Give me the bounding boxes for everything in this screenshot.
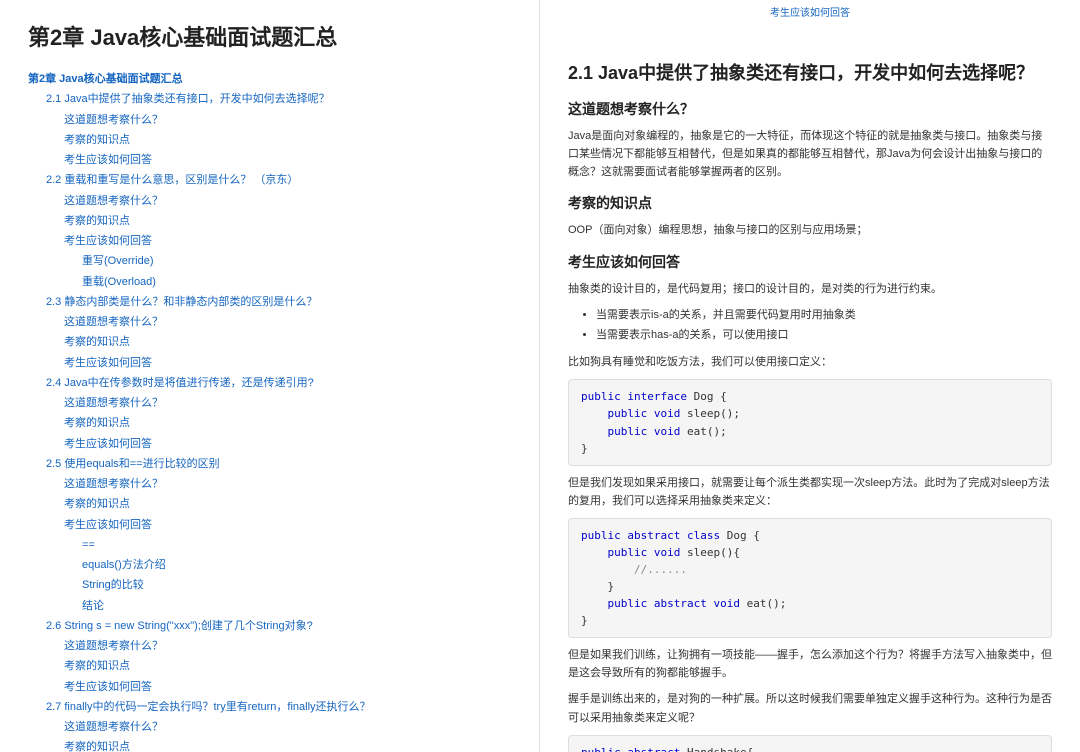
- sub3-p1: 抽象类的设计目的，是代码复用；接口的设计目的，是对类的行为进行约束。: [568, 280, 1052, 298]
- toc-link[interactable]: 考察的知识点: [64, 657, 511, 676]
- toc-link[interactable]: 考察的知识点: [64, 131, 511, 150]
- toc-link[interactable]: 考生应该如何回答: [64, 232, 511, 251]
- sub2-title: 考察的知识点: [568, 193, 1052, 213]
- toc-link[interactable]: equals()方法介绍: [82, 556, 511, 575]
- sub2-para: OOP（面向对象）编程思想，抽象与接口的区别与应用场景；: [568, 221, 1052, 239]
- toc-link[interactable]: 2.1 Java中提供了抽象类还有接口，开发中如何去选择呢？: [46, 90, 511, 109]
- toc-link[interactable]: 这道题想考察什么？: [64, 475, 511, 494]
- sub3-title: 考生应该如何回答: [568, 252, 1052, 272]
- toc-link[interactable]: 第2章 Java核心基础面试题汇总: [28, 70, 511, 89]
- toc-link[interactable]: ==: [82, 536, 511, 555]
- toc-link[interactable]: 重写(Override): [82, 252, 511, 271]
- code-block-3: public abstract Handshake{ abstract void…: [568, 735, 1052, 752]
- toc-link[interactable]: 2.3 静态内部类是什么？和非静态内部类的区别是什么？: [46, 293, 511, 312]
- list-item: 当需要表示has-a的关系，可以使用接口: [596, 326, 1052, 346]
- toc-link[interactable]: 考察的知识点: [64, 495, 511, 514]
- toc-link[interactable]: 这道题想考察什么？: [64, 313, 511, 332]
- sub1-para: Java是面向对象编程的，抽象是它的一大特征，而体现这个特征的就是抽象类与接口。…: [568, 127, 1052, 181]
- toc-link[interactable]: 这道题想考察什么？: [64, 111, 511, 130]
- toc-link[interactable]: 考生应该如何回答: [64, 151, 511, 170]
- toc-link[interactable]: String的比较: [82, 576, 511, 595]
- left-page: 第2章 Java核心基础面试题汇总 第2章 Java核心基础面试题汇总2.1 J…: [0, 0, 540, 752]
- toc-link[interactable]: 2.6 String s = new String("xxx");创建了几个St…: [46, 617, 511, 636]
- toc-link[interactable]: 结论: [82, 597, 511, 616]
- toc-link[interactable]: 这道题想考察什么？: [64, 637, 511, 656]
- toc-link[interactable]: 2.5 使用equals和==进行比较的区别: [46, 455, 511, 474]
- toc-link[interactable]: 考生应该如何回答: [64, 516, 511, 535]
- sub3-p3: 但是我们发现如果采用接口，就需要让每个派生类都实现一次sleep方法。此时为了完…: [568, 474, 1052, 510]
- toc-link[interactable]: 这道题想考察什么？: [64, 718, 511, 737]
- section-title: 2.1 Java中提供了抽象类还有接口，开发中如何去选择呢？: [568, 59, 1052, 85]
- sub3-p5: 握手是训练出来的，是对狗的一种扩展。所以这时候我们需要单独定义握手这种行为。这种…: [568, 690, 1052, 726]
- toc-link[interactable]: 考生应该如何回答: [64, 678, 511, 697]
- toc-link[interactable]: 重载(Overload): [82, 273, 511, 292]
- bullet-list: 当需要表示is-a的关系，并且需要代码复用时用抽象类当需要表示has-a的关系，…: [596, 306, 1052, 346]
- toc-link[interactable]: 2.4 Java中在传参数时是将值进行传递，还是传递引用?: [46, 374, 511, 393]
- right-page: 考生应该如何回答 2.1 Java中提供了抽象类还有接口，开发中如何去选择呢？ …: [540, 0, 1080, 752]
- toc-link[interactable]: 考察的知识点: [64, 738, 511, 752]
- toc-link[interactable]: 这道题想考察什么？: [64, 192, 511, 211]
- top-link[interactable]: 考生应该如何回答: [568, 4, 1052, 19]
- toc: 第2章 Java核心基础面试题汇总2.1 Java中提供了抽象类还有接口，开发中…: [28, 70, 511, 752]
- sub1-title: 这道题想考察什么？: [568, 99, 1052, 119]
- toc-link[interactable]: 考察的知识点: [64, 333, 511, 352]
- code-block-1: public interface Dog { public void sleep…: [568, 379, 1052, 465]
- toc-link[interactable]: 2.7 finally中的代码一定会执行吗？try里有return，finall…: [46, 698, 511, 717]
- list-item: 当需要表示is-a的关系，并且需要代码复用时用抽象类: [596, 306, 1052, 326]
- code-block-2: public abstract class Dog { public void …: [568, 518, 1052, 638]
- toc-link[interactable]: 考生应该如何回答: [64, 354, 511, 373]
- toc-link[interactable]: 考察的知识点: [64, 414, 511, 433]
- toc-link[interactable]: 考察的知识点: [64, 212, 511, 231]
- chapter-title: 第2章 Java核心基础面试题汇总: [28, 20, 511, 52]
- toc-link[interactable]: 这道题想考察什么？: [64, 394, 511, 413]
- toc-link[interactable]: 考生应该如何回答: [64, 435, 511, 454]
- toc-link[interactable]: 2.2 重载和重写是什么意思，区别是什么？ （京东）: [46, 171, 511, 190]
- sub3-p2: 比如狗具有睡觉和吃饭方法，我们可以使用接口定义：: [568, 353, 1052, 371]
- sub3-p4: 但是如果我们训练，让狗拥有一项技能——握手，怎么添加这个行为？将握手方法写入抽象…: [568, 646, 1052, 682]
